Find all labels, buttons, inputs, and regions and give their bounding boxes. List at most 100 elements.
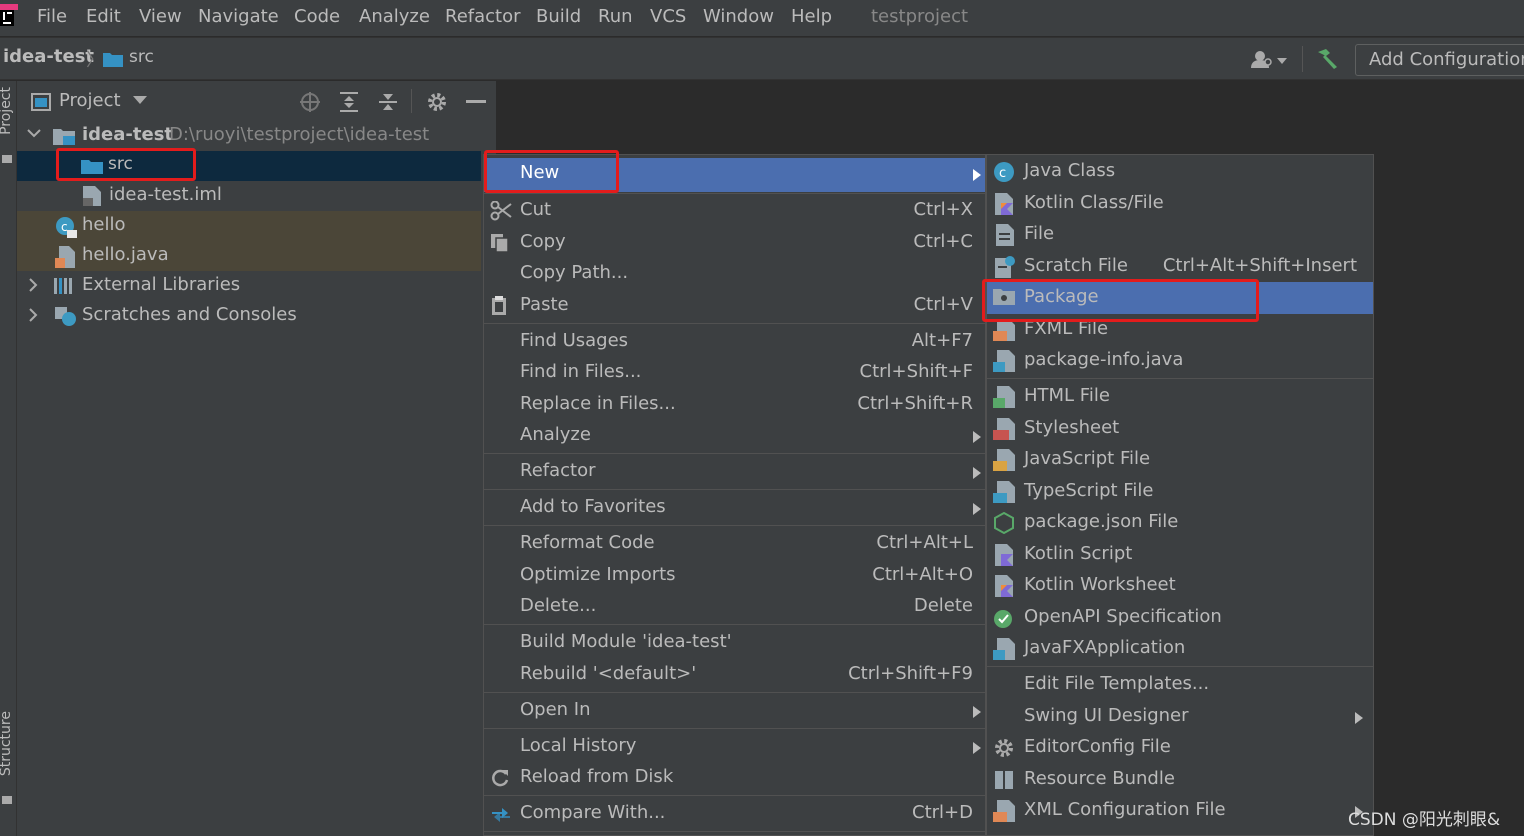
menu-item-replace-in-files[interactable]: Replace in Files... Ctrl+Shift+R	[484, 389, 985, 421]
menu-item-open-in[interactable]: Open In	[484, 695, 985, 727]
annotation-box-package	[982, 279, 1259, 322]
menu-edit[interactable]: Edit	[86, 4, 121, 30]
gear-icon	[993, 737, 1015, 759]
menu-item-optimize-imports[interactable]: Optimize Imports Ctrl+Alt+O	[484, 560, 985, 592]
menu-run[interactable]: Run	[598, 4, 633, 30]
menu-separator	[484, 831, 985, 832]
submenu-item-swing-ui-designer[interactable]: Swing UI Designer	[987, 701, 1373, 733]
submenu-item-label: Swing UI Designer	[1024, 705, 1189, 726]
submenu-item-file[interactable]: File	[987, 219, 1373, 251]
tree-item-hello[interactable]: c hello	[17, 211, 481, 241]
tree-item-label: hello.java	[82, 244, 169, 265]
menu-item-label: Copy Path...	[520, 262, 629, 283]
submenu-item-package-info[interactable]: package-info.java	[987, 345, 1373, 377]
tree-item-scratches[interactable]: Scratches and Consoles	[17, 301, 481, 331]
java-file-icon	[993, 350, 1015, 372]
menu-item-add-to-favorites[interactable]: Add to Favorites	[484, 492, 985, 524]
submenu-item-label: Kotlin Script	[1024, 543, 1133, 564]
toolbar-divider	[1302, 46, 1303, 72]
submenu-item-typescript-file[interactable]: TypeScript File	[987, 476, 1373, 508]
menu-item-paste[interactable]: Paste Ctrl+V	[484, 290, 985, 322]
submenu-item-kotlin-class[interactable]: Kotlin Class/File	[987, 188, 1373, 220]
chevron-down-icon[interactable]	[27, 129, 41, 139]
javafx-file-icon	[993, 638, 1015, 660]
submenu-item-xml-configuration[interactable]: XML Configuration File	[987, 795, 1373, 827]
annotation-box-new	[484, 150, 619, 193]
expand-all-icon[interactable]	[338, 91, 360, 113]
menu-item-shortcut: Ctrl+Alt+L	[876, 532, 973, 553]
menu-item-copy-path[interactable]: Copy Path...	[484, 258, 985, 290]
menu-item-shortcut: Alt+F7	[911, 330, 973, 351]
menu-separator	[484, 525, 985, 526]
submenu-item-package-json[interactable]: package.json File	[987, 507, 1373, 539]
menu-build[interactable]: Build	[536, 4, 581, 30]
menu-item-label: Paste	[520, 294, 569, 315]
menu-item-compare-with[interactable]: Compare With... Ctrl+D	[484, 798, 985, 830]
file-icon	[993, 224, 1015, 246]
project-tool-tab[interactable]: Project	[0, 87, 14, 135]
menu-vcs[interactable]: VCS	[650, 4, 686, 30]
breadcrumb-folder[interactable]: src	[129, 47, 154, 67]
submenu-item-kotlin-script[interactable]: Kotlin Script	[987, 539, 1373, 571]
menu-refactor[interactable]: Refactor	[445, 4, 521, 30]
menu-file[interactable]: File	[37, 4, 67, 30]
chevron-right-icon[interactable]	[29, 278, 39, 292]
submenu-item-javascript-file[interactable]: JavaScript File	[987, 444, 1373, 476]
menu-item-find-usages[interactable]: Find Usages Alt+F7	[484, 326, 985, 358]
menu-item-analyze[interactable]: Analyze	[484, 420, 985, 452]
chevron-right-icon[interactable]	[29, 308, 39, 322]
breadcrumb-project[interactable]: idea-test	[3, 46, 94, 67]
menu-item-copy[interactable]: Copy Ctrl+C	[484, 227, 985, 259]
left-tool-strip: Project Structure	[0, 81, 17, 836]
submenu-separator	[987, 666, 1373, 667]
menu-item-build-module[interactable]: Build Module 'idea-test'	[484, 627, 985, 659]
submenu-arrow-icon	[973, 706, 981, 718]
menu-analyze[interactable]: Analyze	[359, 4, 430, 30]
tree-item-idea-test[interactable]: idea-test D:\ruoyi\testproject\idea-test	[17, 121, 481, 151]
menu-item-delete[interactable]: Delete... Delete	[484, 591, 985, 623]
chevron-down-icon[interactable]	[133, 96, 147, 106]
project-panel-header: Project	[17, 81, 496, 121]
menu-item-reload-from-disk[interactable]: Reload from Disk	[484, 762, 985, 794]
tree-item-hello-java[interactable]: hello.java	[17, 241, 481, 271]
locate-file-icon[interactable]	[299, 91, 321, 113]
submenu-item-edit-file-templates[interactable]: Edit File Templates...	[987, 669, 1373, 701]
submenu-item-stylesheet[interactable]: Stylesheet	[987, 413, 1373, 445]
build-hammer-icon[interactable]	[1315, 48, 1339, 70]
submenu-item-openapi[interactable]: OpenAPI Specification	[987, 602, 1373, 634]
submenu-item-kotlin-worksheet[interactable]: Kotlin Worksheet	[987, 570, 1373, 602]
menu-code[interactable]: Code	[294, 4, 340, 30]
menu-item-label: Compare With...	[520, 802, 666, 823]
menu-separator	[484, 624, 985, 625]
resource-bundle-icon	[993, 769, 1015, 791]
user-dropdown-icon[interactable]	[1250, 50, 1290, 70]
menu-item-shortcut: Ctrl+Alt+O	[872, 564, 973, 585]
submenu-item-label: Stylesheet	[1024, 417, 1120, 438]
menu-item-label: Find in Files...	[520, 361, 642, 382]
minimize-icon[interactable]	[466, 100, 486, 103]
menu-item-refactor[interactable]: Refactor	[484, 456, 985, 488]
reload-icon	[490, 768, 510, 788]
submenu-item-javafx-application[interactable]: JavaFXApplication	[987, 633, 1373, 665]
menu-window[interactable]: Window	[703, 4, 774, 30]
menu-item-find-in-files[interactable]: Find in Files... Ctrl+Shift+F	[484, 357, 985, 389]
collapse-all-icon[interactable]	[377, 91, 399, 113]
submenu-item-java-class[interactable]: c Java Class	[987, 156, 1373, 188]
submenu-item-html-file[interactable]: HTML File	[987, 381, 1373, 413]
tree-item-external-libraries[interactable]: External Libraries	[17, 271, 481, 301]
submenu-item-editorconfig[interactable]: EditorConfig File	[987, 732, 1373, 764]
menu-navigate[interactable]: Navigate	[198, 4, 279, 30]
menu-item-rebuild[interactable]: Rebuild '<default>' Ctrl+Shift+F9	[484, 659, 985, 691]
menu-item-local-history[interactable]: Local History	[484, 731, 985, 763]
tree-item-iml[interactable]: idea-test.iml	[17, 181, 481, 211]
submenu-item-resource-bundle[interactable]: Resource Bundle	[987, 764, 1373, 796]
project-view-selector[interactable]: Project	[59, 90, 121, 111]
add-configuration-button[interactable]: Add Configuration...	[1355, 44, 1524, 76]
structure-tool-tab[interactable]: Structure	[0, 711, 14, 776]
gear-icon[interactable]	[426, 91, 448, 113]
menu-item-reformat-code[interactable]: Reformat Code Ctrl+Alt+L	[484, 528, 985, 560]
kotlin-script-icon	[993, 544, 1015, 566]
menu-view[interactable]: View	[139, 4, 182, 30]
menu-item-cut[interactable]: Cut Ctrl+X	[484, 195, 985, 227]
menu-help[interactable]: Help	[791, 4, 832, 30]
